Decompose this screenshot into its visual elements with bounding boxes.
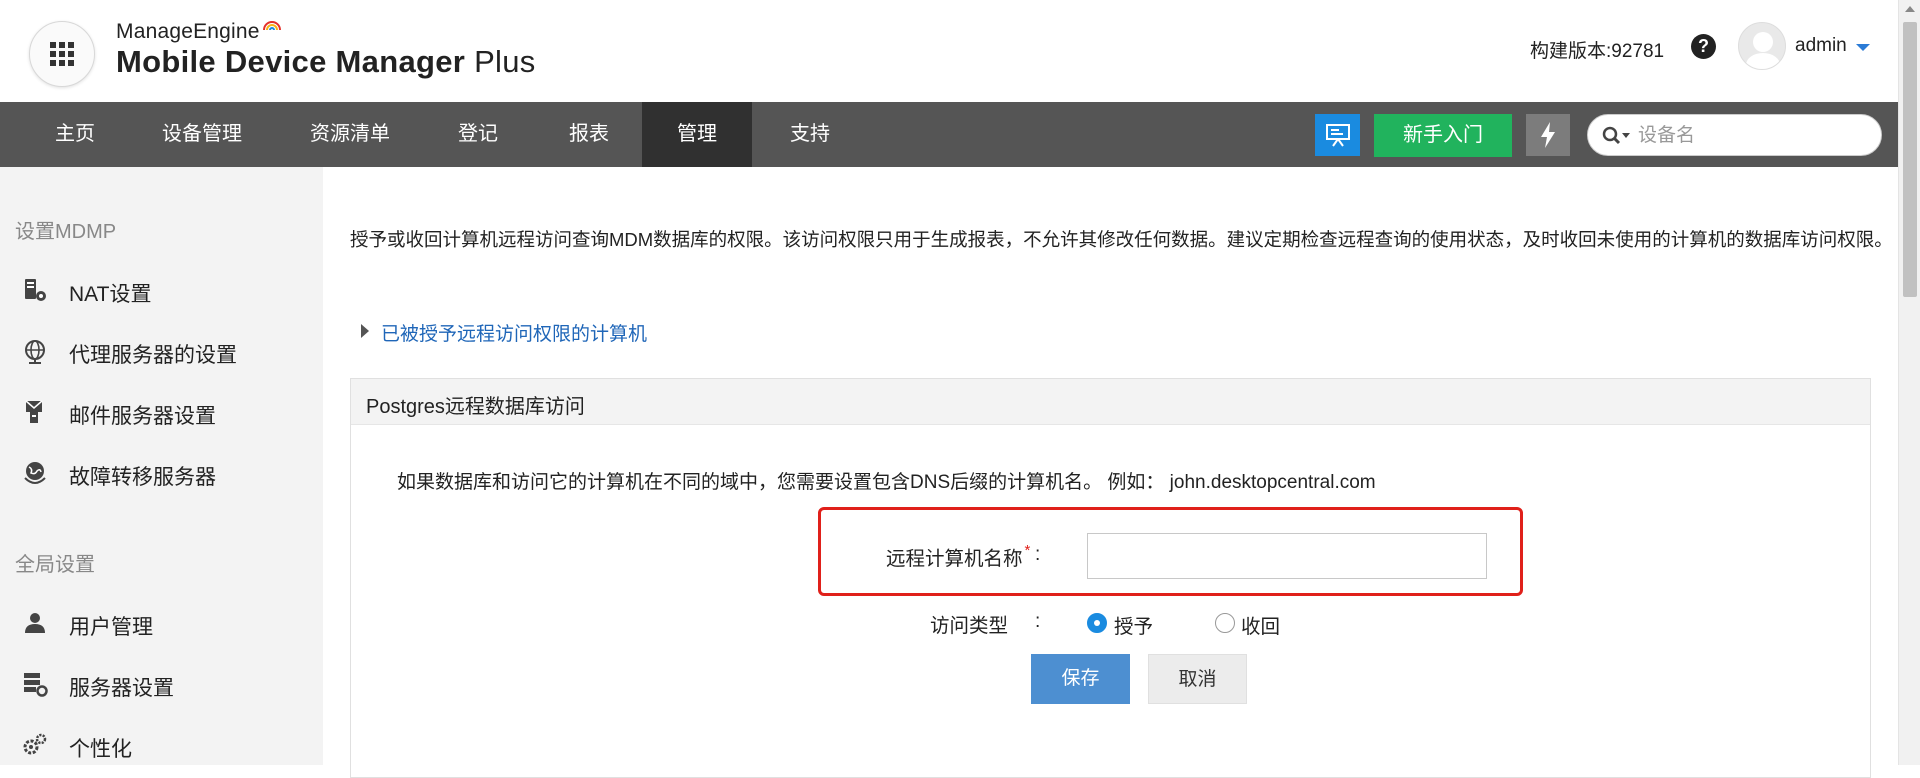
gears-icon <box>23 733 47 755</box>
chevron-down-icon[interactable] <box>1856 44 1870 51</box>
granted-computers-link[interactable]: 已被授予远程访问权限的计算机 <box>381 319 647 346</box>
nav-reports[interactable]: 报表 <box>549 102 629 167</box>
company-name: ManageEngine <box>116 20 260 43</box>
page-scrollbar[interactable] <box>1898 0 1920 765</box>
scroll-up-icon[interactable] <box>1905 6 1915 12</box>
computer-name-field[interactable] <box>1087 533 1487 579</box>
sidebar-item-proxy[interactable]: 代理服务器的设置 <box>0 328 323 374</box>
mail-server-icon <box>25 400 43 423</box>
sidebar-item-label: 邮件服务器设置 <box>69 405 216 428</box>
grant-radio[interactable] <box>1087 613 1107 633</box>
product-suffix: Plus <box>474 44 536 79</box>
dns-suffix-note: 如果数据库和访问它的计算机在不同的域中，您需要设置包含DNS后缀的计算机名。 例… <box>397 472 1376 493</box>
presentation-button[interactable] <box>1315 114 1360 156</box>
access-type-colon: : <box>1035 611 1041 632</box>
device-search[interactable] <box>1587 114 1882 156</box>
revoke-radio[interactable] <box>1215 613 1235 633</box>
lightning-icon <box>1541 122 1555 148</box>
panel-title: Postgres远程数据库访问 <box>366 396 585 418</box>
grant-radio-label[interactable]: 授予 <box>1114 610 1153 639</box>
sidebar-item-nat[interactable]: NAT设置 <box>0 267 323 313</box>
app-launcher-button[interactable] <box>29 21 95 87</box>
computer-name-label-text: 远程计算机名称 <box>886 548 1023 570</box>
page-description: 授予或收回计算机远程访问查询MDM数据库的权限。该访问权限只用于生成报表，不允许… <box>350 229 1893 250</box>
revoke-radio-label[interactable]: 收回 <box>1241 610 1280 639</box>
scroll-thumb[interactable] <box>1903 22 1917 297</box>
sidebar-item-user-management[interactable]: 用户管理 <box>0 600 323 646</box>
nat-server-icon <box>25 279 46 301</box>
nav-admin[interactable]: 管理 <box>642 102 752 167</box>
sidebar-item-label: 用户管理 <box>69 616 153 639</box>
access-type-label: 访问类型 <box>930 615 1009 637</box>
product-name: Mobile Device Manager <box>116 44 466 79</box>
user-menu[interactable]: admin <box>1795 35 1847 57</box>
failover-globe-icon <box>24 462 46 484</box>
sidebar: 设置MDMP NAT设置 代理服务器的设置 邮件服务器设置 故障转移服务器 全局… <box>0 167 323 765</box>
nav-support[interactable]: 支持 <box>770 102 850 167</box>
server-settings-icon <box>24 673 48 697</box>
caret-right-icon[interactable] <box>361 324 369 338</box>
user-icon <box>25 613 45 633</box>
panel-header: Postgres远程数据库访问 <box>351 379 1870 425</box>
top-header: ManageEngine Mobile Device Manager Plus … <box>0 0 1898 102</box>
sidebar-item-failover[interactable]: 故障转移服务器 <box>0 450 323 496</box>
computer-name-label: 远程计算机名称 * <box>886 542 1030 571</box>
sidebar-item-label: 服务器设置 <box>69 677 174 700</box>
build-version: 构建版本:92781 <box>1530 41 1665 62</box>
sidebar-item-label: 个性化 <box>69 738 132 761</box>
sidebar-item-label: NAT设置 <box>69 283 152 306</box>
sidebar-section-global: 全局设置 <box>15 554 95 576</box>
grid-icon <box>50 42 74 66</box>
sidebar-section-mdmp: 设置MDMP <box>15 221 117 243</box>
sidebar-item-personalize[interactable]: 个性化 <box>0 722 323 768</box>
globe-icon <box>25 340 45 364</box>
help-icon[interactable]: ? <box>1691 34 1716 59</box>
sidebar-item-mail-server[interactable]: 邮件服务器设置 <box>0 389 323 435</box>
nav-inventory[interactable]: 资源清单 <box>290 102 410 167</box>
avatar[interactable] <box>1738 22 1786 70</box>
save-button[interactable]: 保存 <box>1031 654 1130 704</box>
main-nav: 主页 设备管理 资源清单 登记 报表 管理 支持 新手入门 <box>0 102 1898 167</box>
sidebar-item-label: 故障转移服务器 <box>69 466 216 489</box>
product-logo[interactable]: ManageEngine Mobile Device Manager Plus <box>116 20 536 80</box>
main-content: 授予或收回计算机远程访问查询MDM数据库的权限。该访问权限只用于生成报表，不允许… <box>323 167 1898 778</box>
sidebar-item-label: 代理服务器的设置 <box>69 344 237 367</box>
cancel-button[interactable]: 取消 <box>1148 654 1247 704</box>
nav-device-management[interactable]: 设备管理 <box>142 102 262 167</box>
computer-name-colon: : <box>1035 544 1041 565</box>
logo-arc-icon <box>262 21 281 31</box>
postgres-access-panel: Postgres远程数据库访问 如果数据库和访问它的计算机在不同的域中，您需要设… <box>350 378 1871 778</box>
search-input[interactable] <box>1638 122 1868 150</box>
presentation-icon <box>1325 124 1350 147</box>
sidebar-item-server-settings[interactable]: 服务器设置 <box>0 661 323 707</box>
nav-home[interactable]: 主页 <box>28 102 122 167</box>
required-mark: * <box>1024 542 1031 559</box>
nav-enrollment[interactable]: 登记 <box>438 102 518 167</box>
quick-actions-button[interactable] <box>1526 114 1570 156</box>
search-icon[interactable] <box>1602 126 1632 146</box>
getting-started-button[interactable]: 新手入门 <box>1374 114 1512 157</box>
